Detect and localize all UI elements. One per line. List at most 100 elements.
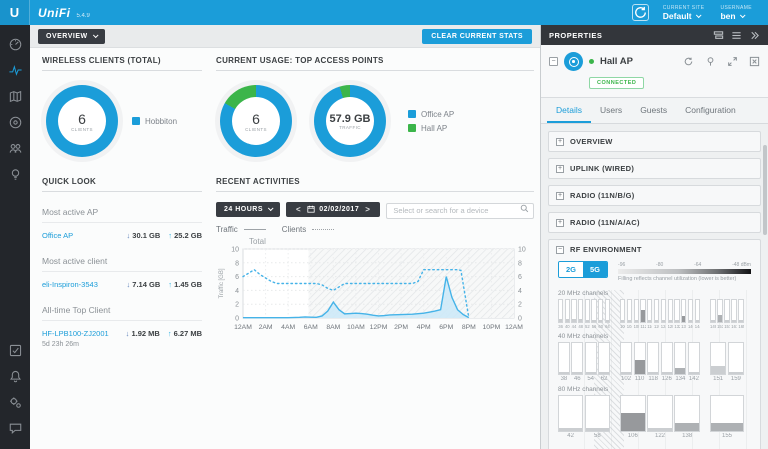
sidebar-item-dashboard[interactable] xyxy=(0,31,30,57)
user-menu[interactable]: USERNAME ben xyxy=(720,5,752,21)
entity-link[interactable]: Office AP xyxy=(42,231,126,240)
channel-bar-64 xyxy=(604,299,610,323)
collapse-panel-icon[interactable] xyxy=(749,30,760,41)
sidebar-item-alerts[interactable] xyxy=(0,363,30,389)
sidebar-item-devices[interactable] xyxy=(0,109,30,135)
channel-label: 142 xyxy=(688,376,699,382)
donut-label: CLIENTS xyxy=(245,126,267,132)
channel-label: 102 xyxy=(621,376,632,382)
channel-bar-149 xyxy=(710,299,716,323)
sidebar-item-settings[interactable] xyxy=(0,389,30,415)
channel-label: 159 xyxy=(730,376,741,382)
band-2g-button[interactable]: 2G xyxy=(559,262,584,277)
svg-text:4AM: 4AM xyxy=(281,324,295,331)
tab-users[interactable]: Users xyxy=(591,98,631,123)
restart-button[interactable] xyxy=(683,56,694,67)
legend-swatch xyxy=(132,117,140,125)
entity-link[interactable]: HF-LPB100-ZJ2001 xyxy=(42,329,126,338)
sidebar-item-map[interactable] xyxy=(0,83,30,109)
channel-bar-58 xyxy=(584,395,610,432)
section-radio-11n-a-ac-: + RADIO (11N/A/AC) xyxy=(548,212,761,233)
brand: UniFi 5.4.9 xyxy=(30,6,90,20)
svg-text:2AM: 2AM xyxy=(259,324,273,331)
channel-bar-108 xyxy=(633,299,639,323)
channel-label: 138 xyxy=(682,433,693,439)
band-5g-button[interactable]: 5G xyxy=(583,262,608,277)
collapse-device-button[interactable]: − xyxy=(549,57,558,66)
scale-tick: -96 xyxy=(618,262,626,268)
sidebar-item-events[interactable] xyxy=(0,337,30,363)
channel-label: 40 xyxy=(564,324,570,329)
legend-swatch xyxy=(408,110,416,118)
section-header[interactable]: + OVERVIEW xyxy=(549,132,760,151)
section-header[interactable]: − RF ENVIRONMENT xyxy=(549,240,760,259)
channel-bar-142 xyxy=(687,342,700,375)
section-header[interactable]: + RADIO (11N/A/AC) xyxy=(549,213,760,232)
svg-text:12AM: 12AM xyxy=(234,324,252,331)
svg-text:0: 0 xyxy=(235,315,239,322)
channel-label: 42 xyxy=(567,433,574,439)
utilization-scale: -96 -80 -64 -48 dBm Filling reflects channel… xyxy=(618,261,751,282)
site-selector[interactable]: CURRENT SITE Default xyxy=(663,5,705,21)
channel-bar-126 xyxy=(660,342,673,375)
view-selector-dropdown[interactable]: OVERVIEW xyxy=(38,28,105,44)
channel-label: 112 xyxy=(640,324,645,329)
time-range-label: 24 HOURS xyxy=(224,205,264,213)
channel-label: 124 xyxy=(660,324,666,329)
svg-text:Traffic [GB]: Traffic [GB] xyxy=(219,268,225,298)
menu-icon[interactable] xyxy=(731,30,742,41)
chevron-down-icon xyxy=(739,11,746,18)
stack-icon[interactable] xyxy=(713,30,724,41)
time-range-dropdown[interactable]: 24 HOURS xyxy=(216,201,281,217)
dashboard-icon xyxy=(9,38,21,50)
locate-button[interactable] xyxy=(705,56,716,67)
tab-details[interactable]: Details xyxy=(547,98,591,123)
dashboard-toolbar: OVERVIEW CLEAR CURRENT STATS xyxy=(30,25,540,48)
channel-label: 64 xyxy=(605,324,610,329)
refresh-button[interactable] xyxy=(631,4,649,21)
prev-day-button[interactable]: < xyxy=(294,205,303,214)
svg-text:8PM: 8PM xyxy=(462,324,476,331)
upload-arrow-icon: ↑ xyxy=(168,280,172,289)
tab-configuration[interactable]: Configuration xyxy=(676,98,745,123)
clear-current-stats-button[interactable]: CLEAR CURRENT STATS xyxy=(422,28,532,44)
sidebar-item-chat[interactable] xyxy=(0,415,30,441)
chat-icon xyxy=(9,423,21,434)
date-value: 02/02/2017 xyxy=(319,205,360,213)
channel-bar-54 xyxy=(584,342,597,375)
channel-bar-122 xyxy=(647,395,673,432)
channel-label: 48 xyxy=(578,324,583,329)
device-name: Hall AP xyxy=(600,56,633,67)
site-selector-label: CURRENT SITE xyxy=(662,4,705,11)
section-radio-11n-b-g-: + RADIO (11N/B/G) xyxy=(548,185,761,206)
channel-label: 38 xyxy=(560,376,568,382)
legend-label: Hall AP xyxy=(421,123,448,133)
calendar-icon xyxy=(307,206,315,213)
sidebar-item-statistics[interactable] xyxy=(0,57,30,83)
properties-title: PROPERTIES xyxy=(549,30,603,40)
map-icon xyxy=(9,90,21,102)
traffic-clients-chart: 0 0 2 2 4 4 6 6 8 8 10 10 12AM 2AM 4AM 6AM 8AM 10AM 12PM 2P… xyxy=(216,236,534,338)
section-header[interactable]: + UPLINK (WIRED) xyxy=(549,159,760,178)
expand-button[interactable] xyxy=(727,56,738,67)
device-search-input[interactable] xyxy=(386,202,534,219)
ubiquiti-logo[interactable]: U xyxy=(0,0,30,25)
legend-label: Hobbiton xyxy=(145,116,178,126)
wireless-clients-donut: 6 CLIENTS xyxy=(46,85,118,157)
channel-label: 149 xyxy=(710,324,716,329)
date-picker[interactable]: < 02/02/2017 > xyxy=(286,201,381,217)
channel-label: 54 xyxy=(587,376,595,382)
section-header[interactable]: + RADIO (11N/B/G) xyxy=(549,186,760,205)
donut-value: 57.9 GB xyxy=(329,112,371,125)
section-label: RF ENVIRONMENT xyxy=(570,245,642,254)
tab-guests[interactable]: Guests xyxy=(631,98,676,123)
next-day-button[interactable]: > xyxy=(363,205,372,214)
panel-scrollbar[interactable] xyxy=(763,145,767,235)
entity-link[interactable]: eli-Inspiron-3543 xyxy=(42,280,126,289)
channel-bar-153 xyxy=(717,299,723,323)
user-menu-label: USERNAME xyxy=(720,4,752,11)
sidebar-item-clients[interactable] xyxy=(0,135,30,161)
quick-look-row: Office AP ↓ 30.1 GB ↑ 25.2 GB xyxy=(42,231,202,240)
close-button[interactable] xyxy=(749,56,760,67)
sidebar-item-insights[interactable] xyxy=(0,161,30,187)
